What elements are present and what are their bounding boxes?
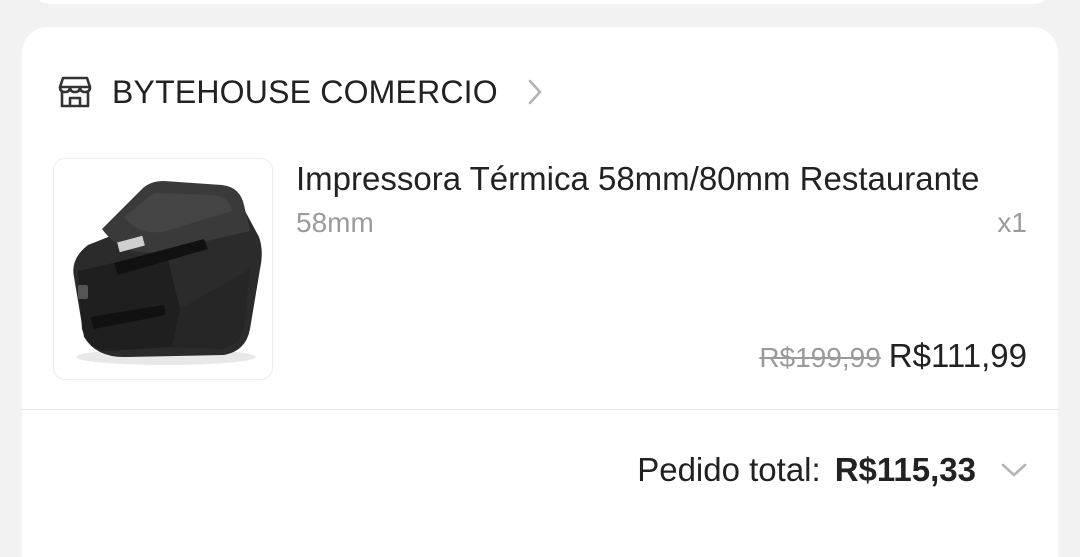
product-image[interactable] (53, 158, 273, 380)
price-row: R$199,99 R$111,99 (759, 337, 1027, 375)
sale-price: R$111,99 (888, 337, 1027, 374)
previous-card (32, 0, 1052, 4)
order-total-label: Pedido total: (637, 451, 821, 488)
product-title[interactable]: Impressora Térmica 58mm/80mm Restaurante (296, 160, 1031, 198)
order-card: BYTEHOUSE COMERCIO Impressora Térmica 58… (22, 27, 1058, 557)
chevron-right-icon (524, 77, 546, 107)
original-price: R$199,99 (759, 342, 881, 373)
shop-header[interactable]: BYTEHOUSE COMERCIO (56, 69, 546, 115)
order-total-row[interactable]: Pedido total: R$115,33 (637, 451, 1030, 489)
chevron-down-icon[interactable] (998, 459, 1030, 481)
divider (22, 409, 1058, 410)
order-total-value: R$115,33 (834, 451, 976, 488)
product-quantity: x1 (997, 207, 1027, 238)
store-icon (56, 73, 94, 111)
shop-name: BYTEHOUSE COMERCIO (112, 73, 498, 110)
thermal-printer-image (73, 181, 262, 365)
product-variant: 58mm (296, 207, 374, 238)
